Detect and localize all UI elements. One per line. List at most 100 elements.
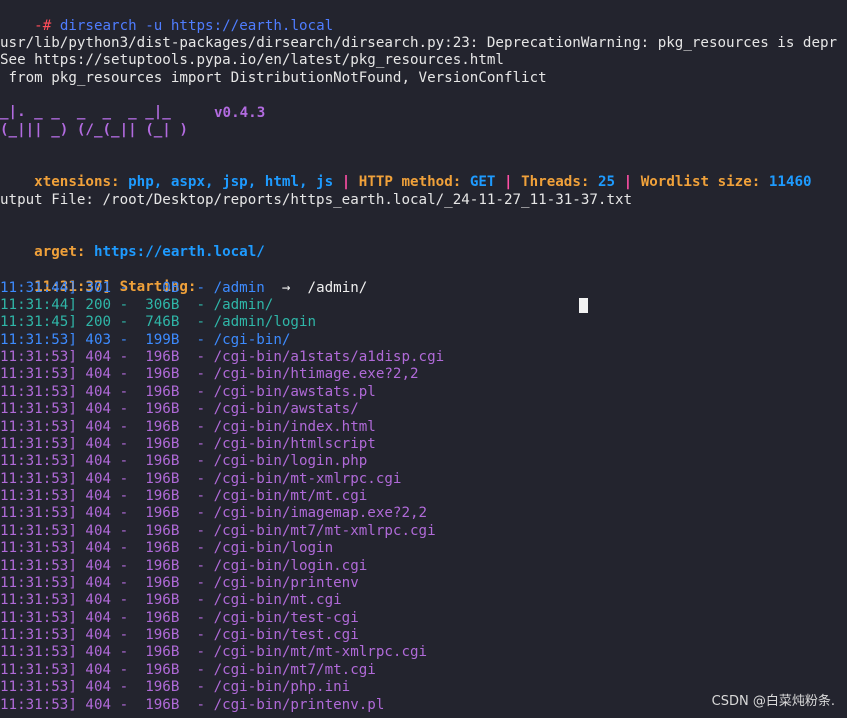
result-status: 404 [85,696,112,713]
command-args: -u https://earth.local [145,18,334,35]
result-time: 11:31:45] [0,314,77,331]
result-size: 196B [136,470,180,487]
result-time: 11:31:53] [0,470,77,487]
warning-line-1: usr/lib/python3/dist-packages/dirsearch/… [0,35,838,51]
result-size: 196B [136,540,180,557]
result-time: 11:31:53] [0,435,77,452]
result-time: 11:31:53] [0,366,77,383]
result-path: /cgi-bin/login.cgi [213,557,368,574]
result-path: /cgi-bin/mt.cgi [213,592,342,609]
target-line: arget: https://earth.local/ [0,227,265,260]
result-status: 404 [85,435,112,452]
result-row: 11:31:53] 404 - 196B - /cgi-bin/awstats.… [0,383,376,400]
result-status: 404 [85,609,112,626]
result-path: /cgi-bin/printenv [213,574,359,591]
redirect-arrow-icon: → [264,279,308,296]
result-time: 11:31:53] [0,331,77,348]
result-status: 200 [85,296,112,313]
extensions-label: xtensions: [34,174,120,191]
result-time: 11:31:53] [0,488,77,505]
result-size: 196B [136,366,180,383]
result-status: 404 [85,592,112,609]
result-status: 404 [85,401,112,418]
threads-value: 25 [597,174,616,191]
result-status: 404 [85,349,112,366]
result-time: 11:31:53] [0,574,77,591]
result-status: 200 [85,314,112,331]
result-size: 196B [136,522,180,539]
result-row: 11:31:53] 404 - 196B - /cgi-bin/awstats/ [0,401,359,418]
result-path: /cgi-bin/ [213,331,291,348]
result-status: 404 [85,488,112,505]
result-size: 196B [136,592,180,609]
warning-line-2: See https://setuptools.pypa.io/en/latest… [0,52,504,68]
result-row: 11:31:53] 404 - 196B - /cgi-bin/mt7/mt.c… [0,661,376,678]
result-status: 404 [85,505,112,522]
result-path: /cgi-bin/awstats.pl [213,383,376,400]
result-time: 11:31:53] [0,696,77,713]
result-time: 11:31:53] [0,453,77,470]
result-path: /cgi-bin/mt7/mt.cgi [213,661,376,678]
result-row: 11:31:53] 403 - 199B - /cgi-bin/ [0,331,291,348]
separator: | [504,174,513,191]
result-path: /cgi-bin/mt7/mt-xmlrpc.cgi [213,522,436,539]
method-value: GET [469,174,496,191]
result-status: 404 [85,470,112,487]
result-size: 196B [136,679,180,696]
result-row: 11:31:53] 404 - 196B - /cgi-bin/login [0,540,334,557]
result-size: 196B [136,696,180,713]
target-url: https://earth.local/ [93,244,265,261]
result-size: 196B [136,557,180,574]
result-time: 11:31:53] [0,609,77,626]
result-row: 11:31:53] 404 - 196B - /cgi-bin/a1stats/… [0,349,445,366]
result-path: /cgi-bin/mt/mt.cgi [213,488,368,505]
result-size: 196B [136,488,180,505]
result-size: 196B [136,383,180,400]
result-time: 11:31:53] [0,383,77,400]
result-size: 196B [136,661,180,678]
method-label: HTTP method: [358,174,462,191]
result-size: 196B [136,418,180,435]
extensions-value: php, aspx, jsp, html, js [128,174,334,191]
result-row: 11:31:45] 200 - 746B - /admin/login [0,314,317,331]
result-status: 404 [85,383,112,400]
result-time: 11:31:53] [0,401,77,418]
result-time: 11:31:53] [0,627,77,644]
result-size: 196B [136,574,180,591]
result-path: /cgi-bin/imagemap.exe?2,2 [213,505,428,522]
result-size: 0B [136,279,180,296]
result-row: 11:31:44] 200 - 306B - /admin/ [0,296,274,313]
result-size: 196B [136,435,180,452]
result-status: 301 [85,279,112,296]
result-time: 11:31:53] [0,644,77,661]
result-path: /cgi-bin/php.ini [213,679,351,696]
text-cursor [579,298,588,313]
result-status: 404 [85,574,112,591]
result-status: 404 [85,366,112,383]
result-row: 11:31:53] 404 - 196B - /cgi-bin/test-cgi [0,609,359,626]
result-row: 11:31:53] 404 - 196B - /cgi-bin/mt7/mt-x… [0,522,436,539]
result-row: 11:31:53] 404 - 196B - /cgi-bin/mt.cgi [0,592,342,609]
result-row: 11:31:53] 404 - 196B - /cgi-bin/mt/mt-xm… [0,644,428,661]
output-file-line: utput File: /root/Desktop/reports/https_… [0,192,633,208]
result-row: 11:31:53] 404 - 196B - /cgi-bin/htimage.… [0,366,419,383]
result-path: /cgi-bin/htmlscript [213,435,376,452]
result-size: 196B [136,453,180,470]
result-status: 404 [85,627,112,644]
result-size: 196B [136,627,180,644]
result-row: 11:31:53] 404 - 196B - /cgi-bin/printenv [0,574,359,591]
result-time: 11:31:53] [0,540,77,557]
result-row: 11:31:53] 404 - 196B - /cgi-bin/test.cgi [0,627,359,644]
result-row: 11:31:53] 404 - 196B - /cgi-bin/login.ph… [0,453,368,470]
result-status: 403 [85,331,112,348]
terminal-window[interactable]: -# dirsearch -u https://earth.local usr/… [0,0,847,718]
config-line: xtensions: php, aspx, jsp, html, js | HT… [0,157,811,190]
separator: | [341,174,351,191]
result-path: /cgi-bin/a1stats/a1disp.cgi [213,349,445,366]
result-row: 11:31:53] 404 - 196B - /cgi-bin/printenv… [0,696,385,713]
result-size: 196B [136,609,180,626]
result-time: 11:31:53] [0,522,77,539]
result-path: /cgi-bin/index.html [213,418,376,435]
result-path: /cgi-bin/mt-xmlrpc.cgi [213,470,402,487]
version-label: v0.4.3 [214,105,266,121]
